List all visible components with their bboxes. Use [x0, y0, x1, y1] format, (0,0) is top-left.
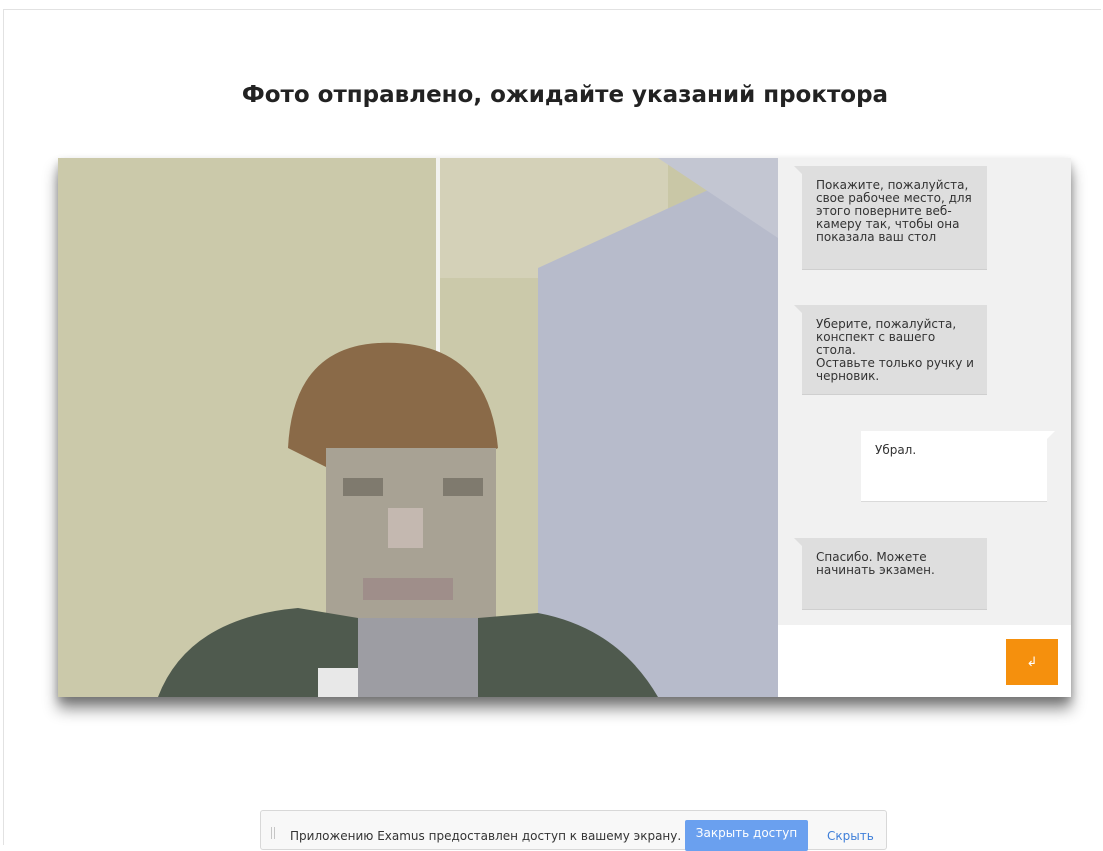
screen-share-bar: Приложению Examus предоставлен доступ к …	[260, 810, 887, 851]
proctoring-panel: Покажите, пожалуйста, свое рабочее место…	[58, 158, 1071, 697]
webcam-video	[58, 158, 778, 697]
send-button[interactable]: ↲	[1006, 639, 1058, 685]
chat-message-student: Убрал.	[861, 431, 1055, 502]
page-title: Фото отправлено, ожидайте указаний прокт…	[241, 82, 889, 108]
chat-message-proctor: Уберите, пожалуйста, конспект с вашего с…	[794, 305, 987, 395]
close-access-button[interactable]: Закрыть доступ	[685, 820, 808, 851]
hide-link[interactable]: Скрыть	[827, 829, 874, 843]
enter-icon: ↲	[1026, 654, 1038, 670]
drag-handle-icon[interactable]	[271, 827, 275, 839]
chat-panel: Покажите, пожалуйста, свое рабочее место…	[778, 158, 1071, 697]
chat-message-proctor: Покажите, пожалуйста, свое рабочее место…	[794, 166, 987, 270]
screen-share-notice: Приложению Examus предоставлен доступ к …	[290, 829, 682, 843]
chat-message-proctor: Спасибо. Можете начинать экзамен.	[794, 538, 987, 610]
webcam-frame	[58, 158, 778, 697]
